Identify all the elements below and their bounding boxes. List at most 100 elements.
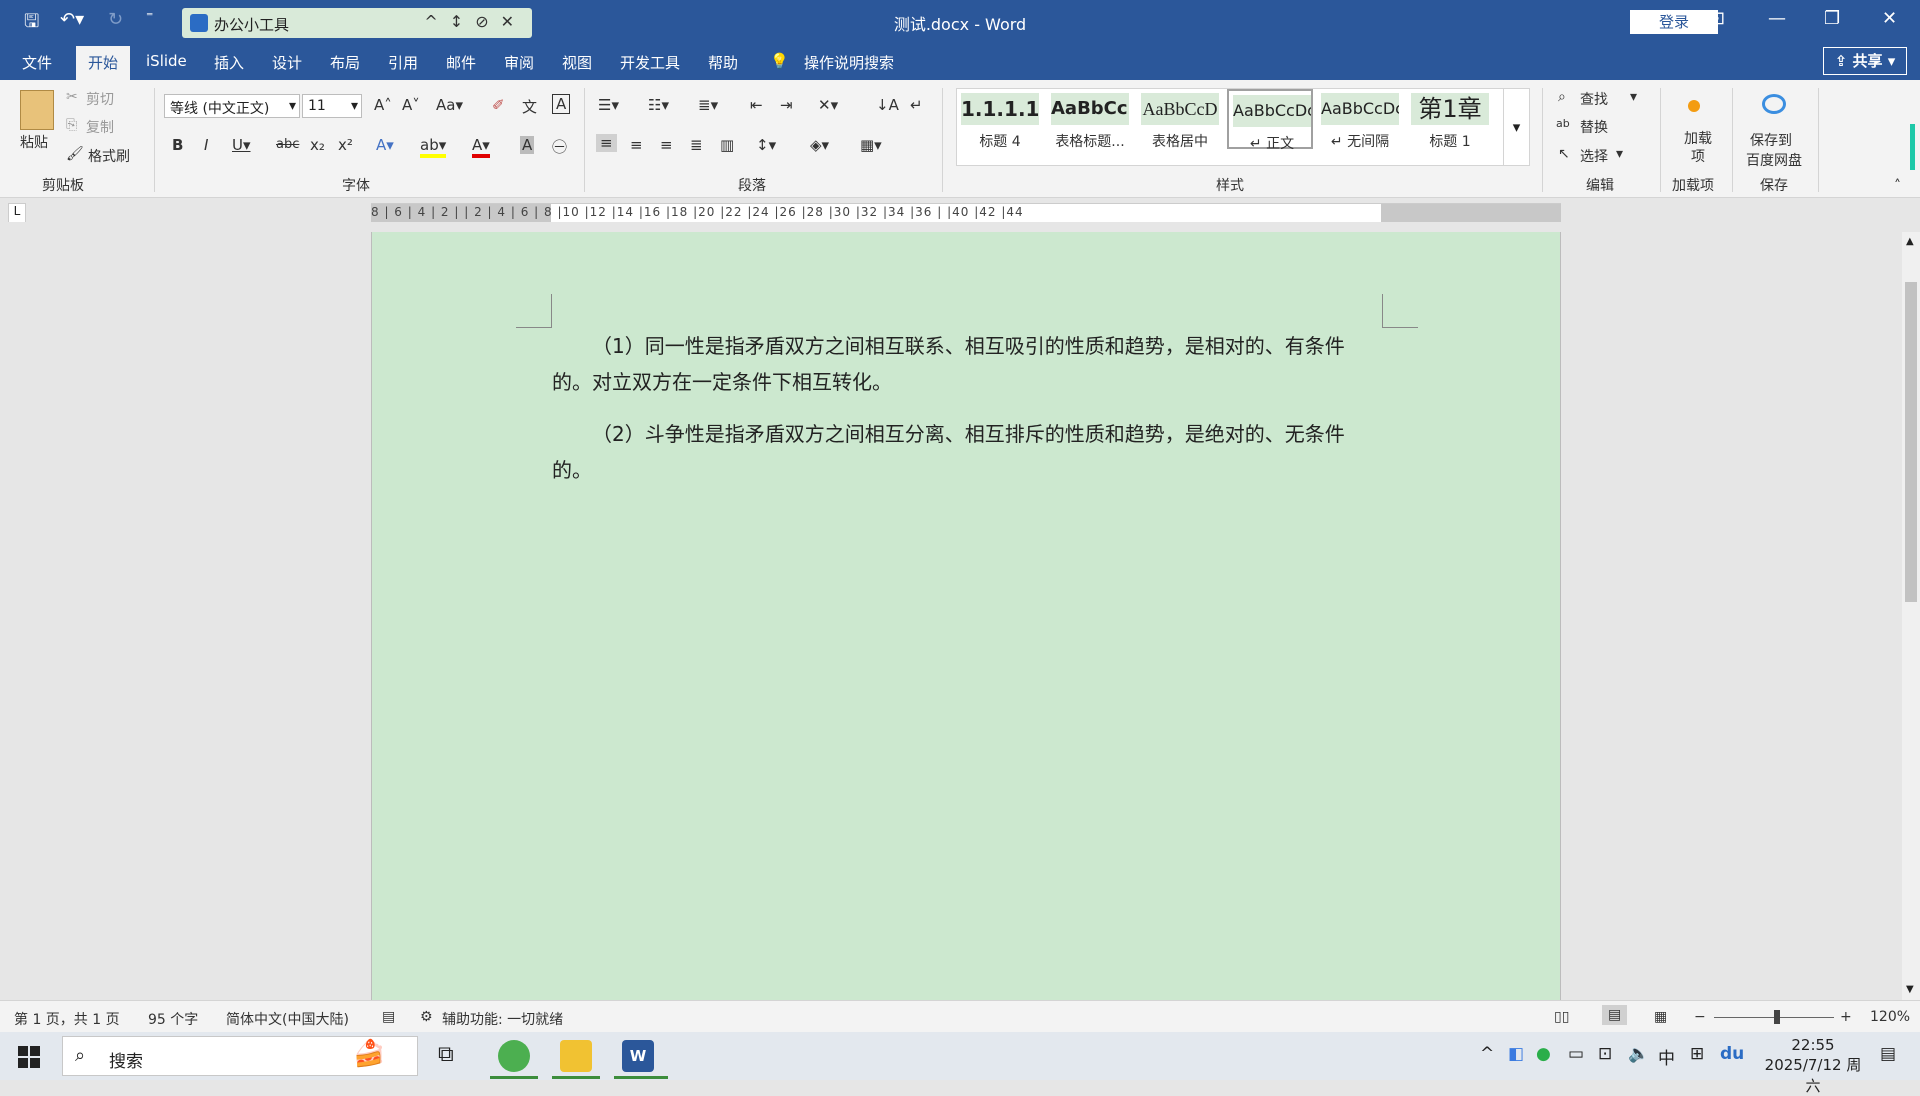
style-no-spacing[interactable]: AaBbCcDc ↵ 无间隔: [1317, 89, 1403, 150]
zoom-level[interactable]: 120%: [1870, 1009, 1910, 1025]
find-icon[interactable]: ⌕: [1558, 89, 1566, 105]
styles-gallery[interactable]: 1.1.1.1 标题 4 AaBbCcI 表格标题... AaBbCcD 表格居…: [956, 88, 1530, 166]
font-name-select[interactable]: 等线 (中文正文) ▾: [164, 94, 300, 118]
bold-icon[interactable]: B: [172, 136, 183, 154]
zoom-in-icon[interactable]: +: [1840, 1009, 1852, 1025]
ime-settings-icon[interactable]: ⊞: [1690, 1044, 1704, 1064]
tab-file[interactable]: 文件: [22, 52, 52, 73]
phonetic-guide-icon[interactable]: 文: [522, 96, 537, 117]
tell-me-search[interactable]: 操作说明搜索: [804, 52, 894, 73]
close-icon[interactable]: ✕: [1882, 8, 1897, 29]
increase-indent-icon[interactable]: ⇥: [780, 96, 793, 114]
save-to-button[interactable]: 保存到: [1750, 130, 1792, 150]
style-heading4[interactable]: 1.1.1.1 标题 4: [957, 89, 1043, 150]
chinese-layout-icon[interactable]: ✕▾: [818, 96, 838, 114]
tab-islide[interactable]: iSlide: [146, 52, 187, 70]
clear-format-icon[interactable]: ✐: [492, 96, 505, 114]
sort-icon[interactable]: ↓A: [876, 96, 899, 114]
tab-mailings[interactable]: 邮件: [446, 52, 476, 73]
language[interactable]: 简体中文(中国大陆): [226, 1009, 349, 1029]
find-button[interactable]: 查找: [1580, 89, 1608, 109]
select-icon[interactable]: ↖: [1558, 146, 1570, 162]
word-count[interactable]: 95 个字: [148, 1009, 198, 1029]
print-layout-icon[interactable]: ▤: [1602, 1005, 1628, 1025]
baidu-netdisk-button[interactable]: 百度网盘: [1746, 150, 1802, 170]
ime-indicator[interactable]: 中: [1658, 1044, 1675, 1069]
grow-font-icon[interactable]: A˄: [374, 96, 392, 114]
italic-icon[interactable]: I: [204, 136, 208, 154]
tab-help[interactable]: 帮助: [708, 52, 738, 73]
shrink-font-icon[interactable]: A˅: [402, 96, 420, 114]
wechat-icon[interactable]: ●: [1536, 1044, 1551, 1064]
paragraph-1[interactable]: （1）同一性是指矛盾双方之间相互联系、相互吸引的性质和趋势，是相对的、有条件的。…: [552, 328, 1382, 400]
addins-button[interactable]: 加载项: [1680, 130, 1716, 166]
network-icon[interactable]: ⊡: [1598, 1044, 1612, 1064]
ie-browser-icon[interactable]: [498, 1040, 530, 1072]
format-painter-icon[interactable]: 🖌: [66, 146, 84, 162]
accessibility-status[interactable]: 辅助功能: 一切就绪: [442, 1009, 563, 1029]
chevron-down-icon[interactable]: ▾: [1616, 146, 1623, 162]
tray-overflow-icon[interactable]: ^: [1480, 1044, 1494, 1064]
windows-start-icon[interactable]: [18, 1046, 40, 1068]
distributed-icon[interactable]: ▥: [720, 136, 734, 154]
file-explorer-icon[interactable]: [560, 1040, 592, 1072]
zoom-slider-thumb[interactable]: [1774, 1010, 1780, 1024]
task-view-icon[interactable]: ⧉: [438, 1042, 454, 1067]
decrease-indent-icon[interactable]: ⇤: [750, 96, 763, 114]
baidu-netdisk-icon[interactable]: [1762, 94, 1786, 114]
web-layout-icon[interactable]: ▦: [1654, 1009, 1667, 1025]
word-app-icon[interactable]: W: [622, 1040, 654, 1072]
tab-insert[interactable]: 插入: [214, 52, 244, 73]
font-color-icon[interactable]: A▾: [472, 136, 490, 158]
minimize-icon[interactable]: —: [1768, 8, 1786, 29]
replace-icon[interactable]: ab: [1556, 117, 1570, 130]
underline-icon[interactable]: U▾: [232, 136, 251, 154]
bullets-icon[interactable]: ☰▾: [598, 96, 619, 114]
scroll-down-icon[interactable]: ▼: [1906, 984, 1914, 995]
enclose-char-icon[interactable]: ㊀: [552, 136, 567, 157]
scroll-up-icon[interactable]: ▲: [1906, 236, 1914, 247]
change-case-icon[interactable]: Aa▾: [436, 96, 463, 114]
styles-more-icon[interactable]: ▾: [1503, 89, 1529, 165]
numbering-icon[interactable]: ☷▾: [648, 96, 669, 114]
tab-layout[interactable]: 布局: [330, 52, 360, 73]
notifications-icon[interactable]: ▤: [1880, 1044, 1896, 1064]
share-button[interactable]: ⇪ 共享 ▾: [1823, 47, 1907, 75]
restore-icon[interactable]: ❐: [1824, 8, 1840, 29]
page-count[interactable]: 第 1 页，共 1 页: [14, 1009, 120, 1029]
style-heading1[interactable]: 第1章 标题 1: [1407, 89, 1493, 150]
strikethrough-icon[interactable]: abc: [276, 137, 299, 152]
char-shading-icon[interactable]: A: [520, 136, 535, 154]
login-button[interactable]: 登录: [1630, 10, 1718, 34]
text-effects-icon[interactable]: A▾: [376, 136, 394, 154]
volume-icon[interactable]: 🔈: [1628, 1044, 1649, 1064]
chevron-down-icon[interactable]: ▾: [1630, 89, 1637, 105]
document-page[interactable]: （1）同一性是指矛盾双方之间相互联系、相互吸引的性质和趋势，是相对的、有条件的。…: [371, 232, 1561, 1000]
line-spacing-icon[interactable]: ↕▾: [756, 136, 776, 154]
shading-icon[interactable]: ◈▾: [810, 136, 829, 154]
format-painter-button[interactable]: 格式刷: [88, 146, 130, 166]
zoom-out-icon[interactable]: −: [1694, 1009, 1706, 1025]
tab-selector[interactable]: L: [8, 203, 26, 223]
tray-app-icon[interactable]: ◧: [1508, 1044, 1524, 1064]
ribbon-display-icon[interactable]: ⊡: [1710, 8, 1725, 29]
style-normal[interactable]: AaBbCcDc ↵ 正文: [1227, 89, 1313, 152]
char-border-icon[interactable]: A: [552, 94, 571, 114]
accessibility-icon[interactable]: ⚙: [420, 1009, 433, 1025]
highlight-icon[interactable]: ab▾: [420, 136, 447, 158]
scrollbar-thumb[interactable]: [1905, 282, 1917, 602]
tab-references[interactable]: 引用: [388, 52, 418, 73]
paragraph-2[interactable]: （2）斗争性是指矛盾双方之间相互分离、相互排斥的性质和趋势，是绝对的、无条件的。: [552, 416, 1382, 488]
align-right-icon[interactable]: ≡: [660, 136, 673, 154]
collapse-ribbon-icon[interactable]: ˄: [1894, 178, 1901, 194]
vertical-scrollbar[interactable]: ▲ ▼: [1902, 232, 1920, 1000]
copy-icon[interactable]: ⎘: [66, 117, 77, 133]
superscript-icon[interactable]: x²: [338, 136, 353, 154]
align-center-icon[interactable]: ≡: [630, 136, 643, 154]
tab-developer[interactable]: 开发工具: [620, 52, 680, 73]
cut-button[interactable]: 剪切: [86, 89, 114, 109]
borders-icon[interactable]: ▦▾: [860, 136, 882, 154]
font-size-select[interactable]: 11 ▾: [302, 94, 362, 118]
show-marks-icon[interactable]: ↵: [910, 96, 923, 114]
cut-icon[interactable]: ✂: [66, 89, 78, 105]
